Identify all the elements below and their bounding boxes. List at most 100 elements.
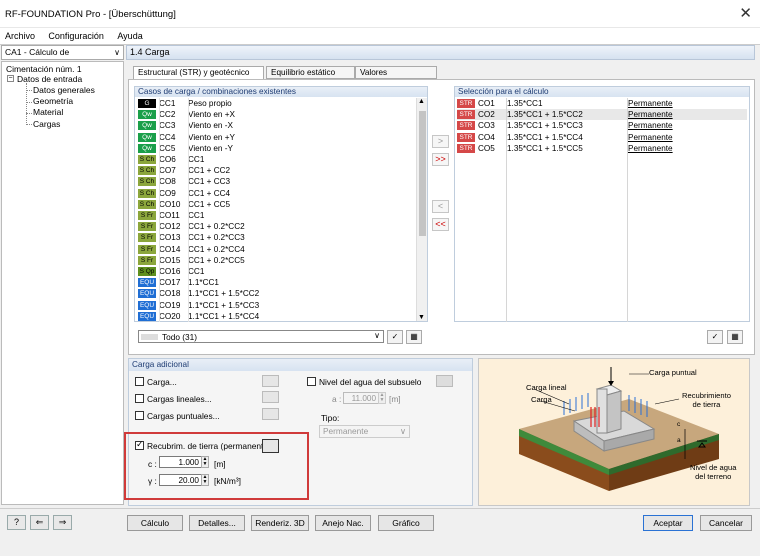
chevron-down-icon: ∨ — [374, 331, 380, 340]
grafico-button[interactable]: Gráfico — [378, 515, 434, 531]
tree-root[interactable]: Cimentación núm. 1 — [6, 64, 82, 74]
list-item[interactable]: S Fr CO11 CC1 — [138, 210, 414, 221]
list-item[interactable]: Qw CC5 Viento en -Y — [138, 143, 414, 154]
select-check-icon[interactable]: ✓ — [707, 330, 723, 344]
action-type[interactable]: Permanente — [628, 110, 673, 119]
renderiz-button[interactable]: Renderiz. 3D — [251, 515, 309, 531]
type-badge: S Ch — [138, 166, 156, 176]
case-id: CC2 — [159, 110, 176, 120]
carga-check[interactable]: Carga... — [135, 377, 177, 387]
import-icon[interactable]: ⇐ — [30, 515, 49, 530]
case-id: CO19 — [159, 300, 181, 310]
lineales-check[interactable]: Cargas lineales... — [135, 394, 212, 404]
list-item[interactable]: S Fr CO13 CC1 + 0.2*CC3 — [138, 232, 414, 243]
select-check-icon[interactable]: ✓ — [387, 330, 403, 344]
list-item[interactable]: STR CO2 1.35*CC1 + 1.5*CC2 Permanente — [457, 109, 747, 121]
list-item[interactable]: S Fr CO15 CC1 + 0.2*CC5 — [138, 255, 414, 266]
table-icon[interactable]: ▦ — [727, 330, 743, 344]
label-carga-puntual: Carga puntual — [649, 368, 697, 377]
action-type[interactable]: Permanente — [628, 99, 673, 108]
list-item[interactable]: STR CO5 1.35*CC1 + 1.5*CC5 Permanente — [457, 143, 747, 154]
existing-list[interactable]: G CC1 Peso propio Qw CC2 Viento en +X Qw CC3 Vie… — [138, 98, 414, 322]
tipo-select[interactable]: Permanente ∨ — [319, 425, 410, 438]
water-level-icon[interactable] — [436, 375, 453, 387]
detalles-button[interactable]: Detalles... — [189, 515, 245, 531]
list-item[interactable]: STR CO4 1.35*CC1 + 1.5*CC4 Permanente — [457, 132, 747, 143]
list-item[interactable]: S Ch CO7 CC1 + CC2 — [138, 165, 414, 176]
type-badge: S Qp — [138, 267, 156, 276]
tab-equ[interactable]: Equilibrio estático (EQU) — [266, 66, 355, 87]
menu-ayuda[interactable]: Ayuda — [117, 28, 142, 44]
action-type[interactable]: Permanente — [628, 133, 673, 142]
action-type[interactable]: Permanente — [628, 144, 673, 153]
list-item[interactable]: STR CO3 1.35*CC1 + 1.5*CC3 Permanente — [457, 120, 747, 131]
column-divider — [159, 98, 160, 322]
case-description: Viento en -X — [188, 121, 233, 131]
nivel-agua-check[interactable]: Nivel del agua del subsuelo — [307, 377, 421, 387]
calculo-button[interactable]: Cálculo — [127, 515, 183, 531]
case-id: CO1 — [478, 99, 495, 108]
list-item[interactable]: Qw CC3 Viento en -X — [138, 120, 414, 131]
list-item[interactable]: Qw CC2 Viento en +X — [138, 109, 414, 120]
list-item[interactable]: S Ch CO10 CC1 + CC5 — [138, 199, 414, 210]
list-item[interactable]: S Ch CO8 CC1 + CC3 — [138, 176, 414, 187]
checkbox[interactable] — [135, 411, 144, 420]
export-icon[interactable]: ⇒ — [53, 515, 72, 530]
load-icon[interactable] — [262, 375, 279, 387]
list-item[interactable]: S Ch CO6 CC1 — [138, 154, 414, 165]
existing-scrollbar[interactable]: ▲ ▼ — [416, 98, 427, 321]
tree-item-cargas[interactable]: Cargas — [33, 119, 60, 129]
scroll-down-icon[interactable]: ▼ — [418, 314, 425, 321]
move-all-right-button[interactable]: >> — [432, 153, 449, 166]
case-id: CO7 — [159, 166, 176, 176]
close-icon[interactable]: ✕ — [739, 4, 752, 22]
tab-caracteristicos[interactable]: Valores característicos — [355, 66, 437, 87]
tree-item-material[interactable]: Material — [33, 107, 63, 117]
list-item[interactable]: EQU CO17 1.1*CC1 — [138, 277, 414, 288]
list-item[interactable]: S Qp CO16 CC1 — [138, 266, 414, 277]
case-id: CO15 — [159, 255, 181, 265]
navigator-tree: Cimentación núm. 1 − Datos de entrada Da… — [1, 61, 124, 505]
tree-item-datos-generales[interactable]: Datos generales — [33, 85, 95, 95]
list-item[interactable]: EQU CO20 1.1*CC1 + 1.5*CC4 — [138, 311, 414, 322]
type-badge: S Fr — [138, 233, 156, 243]
list-item[interactable]: Qw CC4 Viento en +Y — [138, 132, 414, 143]
list-item[interactable]: S Fr CO12 CC1 + 0.2*CC2 — [138, 221, 414, 232]
cancelar-button[interactable]: Cancelar — [700, 515, 752, 531]
tree-item-geometria[interactable]: Geometría — [33, 96, 73, 106]
existing-header: Casos de carga / combinaciones existente… — [135, 87, 427, 97]
help-icon[interactable]: ? — [7, 515, 26, 530]
action-type[interactable]: Permanente — [628, 121, 673, 130]
a-input[interactable]: 11.000 — [343, 392, 379, 404]
list-item[interactable]: EQU CO19 1.1*CC1 + 1.5*CC3 — [138, 300, 414, 311]
case-select[interactable]: CA1 - Cálculo de cimentaciones ∨ — [1, 45, 124, 70]
type-badge: EQU — [138, 289, 156, 299]
checkbox[interactable] — [307, 377, 316, 386]
aceptar-button[interactable]: Aceptar — [643, 515, 693, 531]
list-item[interactable]: S Ch CO9 CC1 + CC4 — [138, 188, 414, 199]
move-right-button[interactable]: > — [432, 135, 449, 148]
scroll-up-icon[interactable]: ▲ — [418, 98, 425, 105]
move-all-left-button[interactable]: << — [432, 218, 449, 231]
menu-configuracion[interactable]: Configuración — [48, 28, 104, 44]
collapse-icon[interactable]: − — [7, 75, 14, 82]
menu-archivo[interactable]: Archivo — [5, 28, 35, 44]
move-left-button[interactable]: < — [432, 200, 449, 213]
checkbox[interactable] — [135, 394, 144, 403]
a-spinner[interactable]: ▲ ▼ — [378, 392, 386, 404]
point-load-icon[interactable] — [262, 408, 279, 420]
selected-list[interactable]: STR CO1 1.35*CC1 Permanente STR CO2 1.35*CC1 +… — [457, 98, 749, 322]
list-item[interactable]: S Fr CO14 CC1 + 0.2*CC4 — [138, 244, 414, 255]
list-item[interactable]: STR CO1 1.35*CC1 Permanente — [457, 98, 747, 109]
tab-str-geo[interactable]: Estructural (STR) y geotécnico (GEO) — [133, 66, 264, 87]
case-id: CO18 — [159, 289, 181, 299]
scroll-thumb[interactable] — [419, 111, 426, 236]
table-icon[interactable]: ▦ — [406, 330, 422, 344]
checkbox[interactable] — [135, 377, 144, 386]
anejo-button[interactable]: Anejo Nac. — [315, 515, 371, 531]
line-load-icon[interactable] — [262, 391, 279, 403]
puntuales-check[interactable]: Cargas puntuales... — [135, 411, 220, 421]
list-item[interactable]: EQU CO18 1.1*CC1 + 1.5*CC2 — [138, 288, 414, 299]
list-item[interactable]: G CC1 Peso propio — [138, 98, 414, 109]
filter-select[interactable]: Todo (31) ∨ — [138, 330, 384, 343]
